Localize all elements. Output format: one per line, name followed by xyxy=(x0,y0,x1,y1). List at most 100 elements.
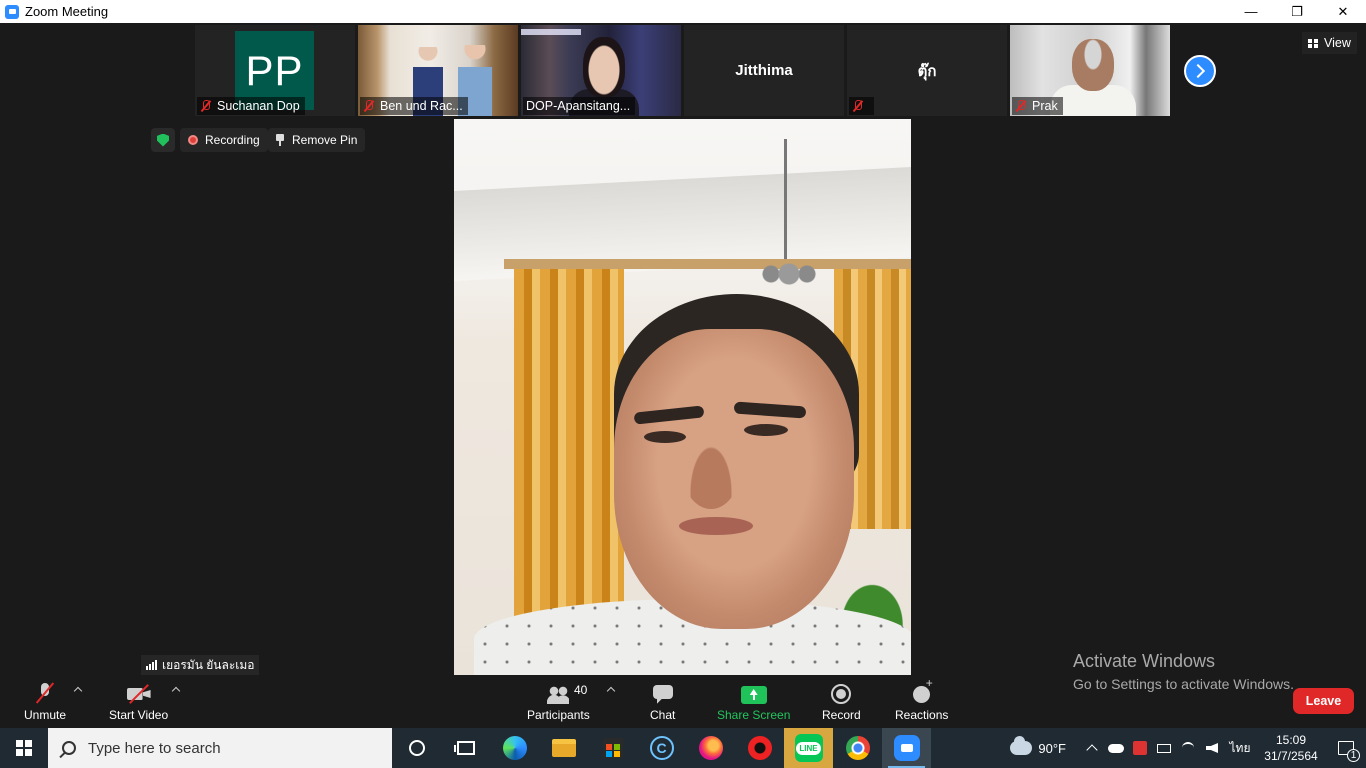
window-title: Zoom Meeting xyxy=(25,4,109,19)
encryption-shield-icon[interactable] xyxy=(151,128,175,152)
zoom-icon xyxy=(893,735,920,761)
recording-label: Recording xyxy=(205,133,260,147)
search-placeholder: Type here to search xyxy=(88,739,221,757)
firefox-app[interactable] xyxy=(686,728,735,768)
view-button[interactable]: View xyxy=(1302,32,1357,54)
weather-cloud-icon[interactable] xyxy=(1010,736,1033,755)
participant-tile-ben[interactable]: Ben und Rac... xyxy=(358,25,518,116)
red-app-icon xyxy=(747,736,772,760)
audio-options-caret-icon[interactable] xyxy=(74,686,82,694)
taskbar-search-input[interactable]: Type here to search xyxy=(48,728,392,768)
unmute-button[interactable]: Unmute xyxy=(24,680,66,722)
system-tray: 90°F ไทย 15:09 31/7/2564 1 xyxy=(1010,728,1366,768)
store-icon xyxy=(602,738,623,758)
folder-icon xyxy=(551,739,576,757)
participant-name-tag: Ben und Rac... xyxy=(360,97,468,115)
chevron-up-icon xyxy=(1086,744,1098,756)
clock-time: 15:09 xyxy=(1275,733,1307,747)
weather-temp[interactable]: 90°F xyxy=(1038,741,1066,756)
battery-tray[interactable] xyxy=(1152,728,1176,768)
chrome-app[interactable] xyxy=(833,728,882,768)
start-video-button[interactable]: Start Video xyxy=(109,680,168,722)
search-icon xyxy=(62,741,76,755)
network-tray[interactable] xyxy=(1176,728,1200,768)
store-app[interactable] xyxy=(588,728,637,768)
volume-icon xyxy=(1206,743,1218,753)
next-page-chevron-icon[interactable] xyxy=(1184,55,1216,87)
mic-muted-icon xyxy=(200,100,212,112)
signal-strength-icon xyxy=(146,660,157,670)
grid-icon xyxy=(1308,38,1318,48)
activate-windows-watermark: Activate Windows Go to Settings to activ… xyxy=(1073,651,1294,692)
participant-tile-suchanan[interactable]: PP Suchanan Dop xyxy=(195,25,355,116)
windows-logo-icon xyxy=(16,740,32,756)
leave-button[interactable]: Leave xyxy=(1293,688,1354,714)
participant-name: Jitthima xyxy=(735,62,793,79)
participant-name-tag xyxy=(849,97,874,115)
chrome-icon xyxy=(845,736,870,760)
show-hidden-icons-button[interactable] xyxy=(1080,728,1104,768)
task-view-icon xyxy=(453,741,475,755)
chat-button[interactable]: Chat xyxy=(650,680,675,722)
c-letter-icon: C xyxy=(649,736,674,760)
red-tray-icon xyxy=(1133,741,1147,755)
participant-tile-prak[interactable]: Prak xyxy=(1010,25,1170,116)
red-tray[interactable] xyxy=(1128,728,1152,768)
video-options-caret-icon[interactable] xyxy=(172,686,180,694)
share-screen-label: Share Screen xyxy=(717,708,791,722)
start-button[interactable] xyxy=(0,728,48,768)
file-explorer-app[interactable] xyxy=(539,728,588,768)
unmute-label: Unmute xyxy=(24,708,67,722)
notification-badge: 1 xyxy=(1347,749,1360,762)
red-app[interactable] xyxy=(735,728,784,768)
window-controls: — ❐ ✕ xyxy=(1228,0,1366,23)
mic-muted-icon xyxy=(363,100,375,112)
participant-name: Prak xyxy=(1032,99,1058,113)
smiley-plus-icon xyxy=(911,676,933,704)
recording-dot-icon xyxy=(188,135,198,145)
remove-pin-label: Remove Pin xyxy=(292,133,358,147)
cortana-icon xyxy=(408,740,425,756)
firefox-icon xyxy=(698,736,723,760)
participants-label: Participants xyxy=(527,708,590,722)
windows-taskbar: Type here to search C LINE 90°F ไทย 15:0… xyxy=(0,728,1366,768)
participant-name: Ben und Rac... xyxy=(380,99,463,113)
window-title-bar: Zoom Meeting — ❐ ✕ xyxy=(0,0,1366,23)
line-icon: LINE xyxy=(794,734,823,762)
participant-name: DOP-Apansitang... xyxy=(526,99,631,113)
reactions-button[interactable]: Reactions xyxy=(895,676,949,722)
c-app[interactable]: C xyxy=(637,728,686,768)
language-indicator[interactable]: ไทย xyxy=(1224,728,1256,768)
recording-indicator[interactable]: Recording xyxy=(180,128,268,152)
start-video-label: Start Video xyxy=(109,708,169,722)
activate-title: Activate Windows xyxy=(1073,651,1216,671)
minimize-button[interactable]: — xyxy=(1228,0,1274,23)
reactions-label: Reactions xyxy=(895,708,949,722)
mic-muted-icon xyxy=(852,100,864,112)
onedrive-tray[interactable] xyxy=(1104,728,1128,768)
action-center-button[interactable]: 1 xyxy=(1326,728,1366,768)
line-app[interactable]: LINE xyxy=(784,728,833,768)
chat-bubble-icon xyxy=(652,684,674,704)
taskbar-clock[interactable]: 15:09 31/7/2564 xyxy=(1256,732,1326,764)
participant-tile-jitthima[interactable]: Jitthima xyxy=(684,25,844,116)
pin-icon xyxy=(276,134,284,146)
participants-options-caret-icon[interactable] xyxy=(607,686,615,694)
participant-tile-dop[interactable]: DOP-Apansitang... xyxy=(521,25,681,116)
battery-icon xyxy=(1157,743,1171,753)
participant-tile-tuk[interactable]: ตุ๊ก xyxy=(847,25,1007,116)
share-screen-icon xyxy=(740,686,767,704)
cortana-button[interactable] xyxy=(392,728,441,768)
participants-count: 40 xyxy=(574,683,588,697)
record-button[interactable]: Record xyxy=(822,680,861,722)
task-view-button[interactable] xyxy=(441,728,490,768)
volume-tray[interactable] xyxy=(1200,728,1224,768)
mic-muted-icon xyxy=(1015,100,1027,112)
close-button[interactable]: ✕ xyxy=(1320,0,1366,23)
zoom-app[interactable] xyxy=(882,728,931,768)
restore-button[interactable]: ❐ xyxy=(1274,0,1320,23)
share-screen-button[interactable]: Share Screen xyxy=(717,680,790,722)
edge-app[interactable] xyxy=(490,728,539,768)
record-icon xyxy=(831,684,852,704)
remove-pin-button[interactable]: Remove Pin xyxy=(268,128,366,152)
